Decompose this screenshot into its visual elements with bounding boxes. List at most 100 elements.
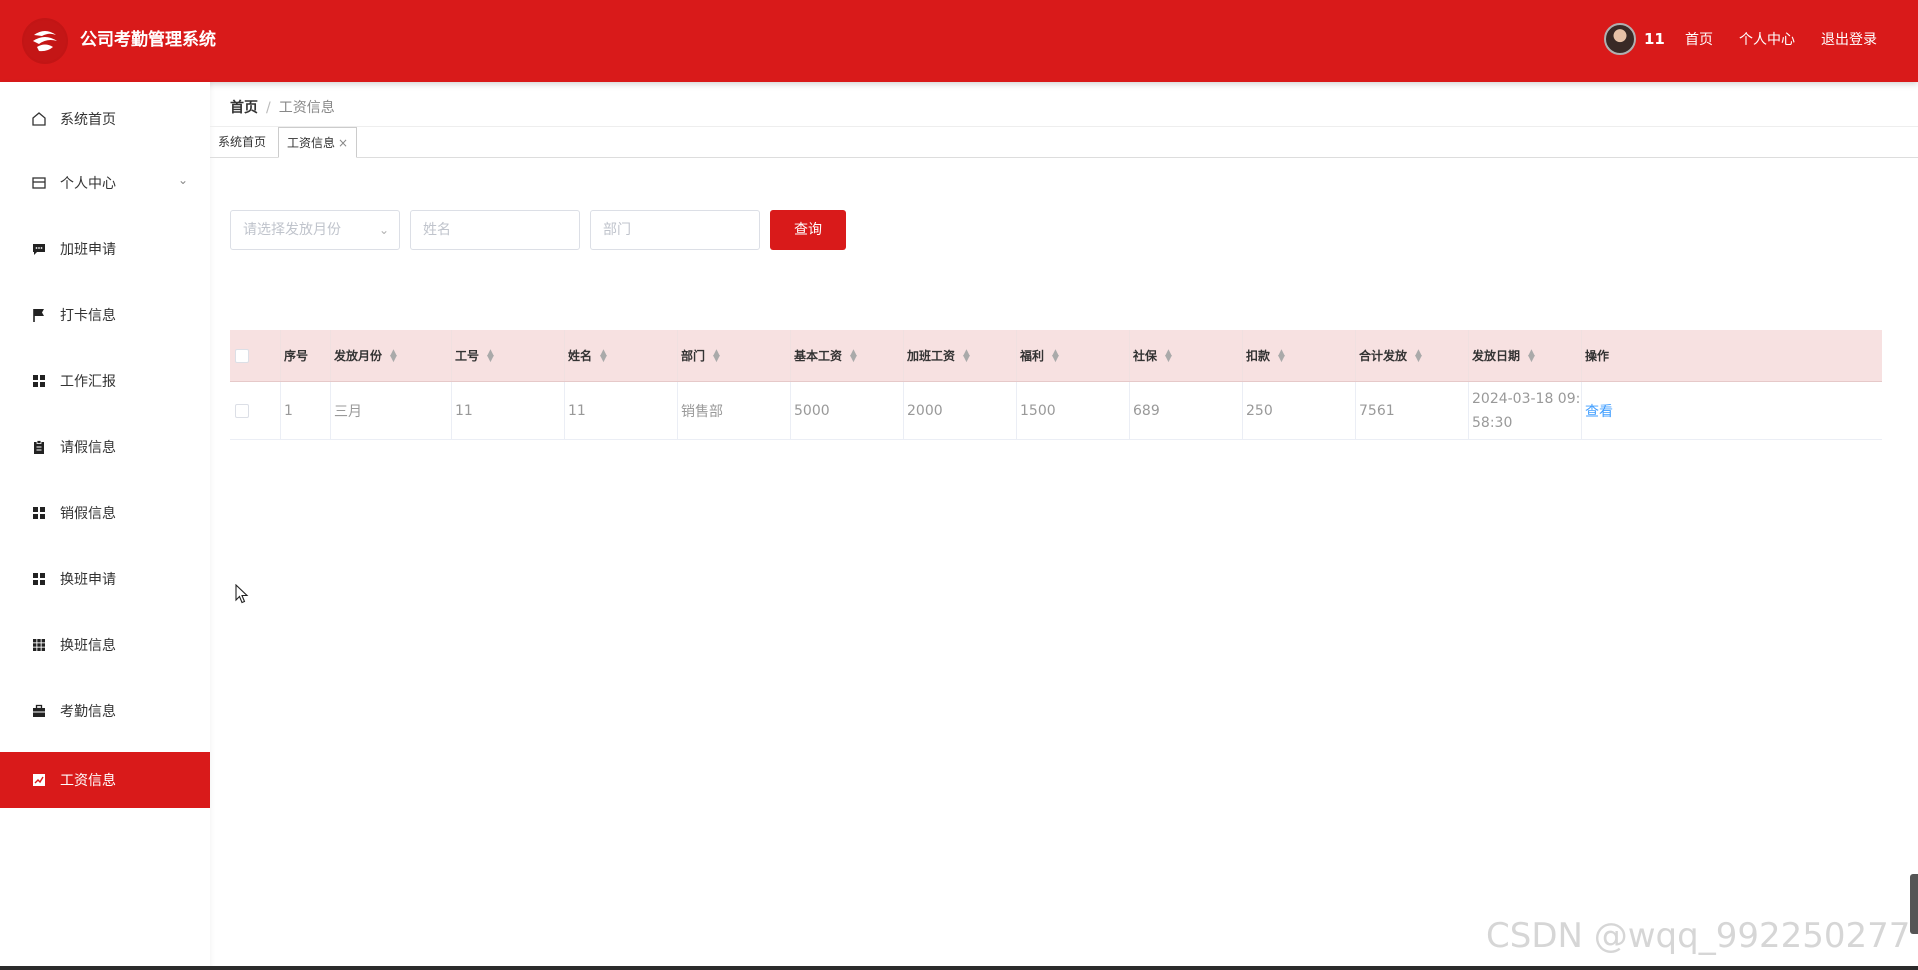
column-header-label: 扣款 <box>1246 349 1271 363</box>
cell-actions: 查看 <box>1582 382 1882 439</box>
column-header-label: 姓名 <box>568 349 593 363</box>
table-header: 序号 发放月份 ▲ ▼ 工号 ▲ ▼ 姓名 ▲ ▼ 部门 ▲ ▼ 基本工资 ▲ ▼ 加班工资 ▲ ▼ 福… <box>230 330 1882 382</box>
sort-icon[interactable]: ▲ ▼ <box>713 348 720 363</box>
top-logout-link[interactable]: 退出登录 <box>1821 27 1877 53</box>
wallet-icon <box>30 174 48 192</box>
department-input[interactable]: 部门 <box>590 210 760 250</box>
tab-label: 系统首页 <box>218 135 267 149</box>
column-header[interactable]: 发放月份 ▲ ▼ <box>331 330 452 381</box>
top-profile-link[interactable]: 个人中心 <box>1739 27 1795 53</box>
sort-icon[interactable]: ▲ ▼ <box>1528 348 1535 363</box>
cell-month: 三月 <box>331 382 452 439</box>
column-header-label: 序号 <box>284 349 309 363</box>
cell-overtime-pay: 2000 <box>904 382 1017 439</box>
department-input-placeholder: 部门 <box>603 222 631 238</box>
sort-icon[interactable]: ▲ ▼ <box>390 348 397 363</box>
cell-total: 7561 <box>1356 382 1469 439</box>
column-header[interactable]: 合计发放 ▲ ▼ <box>1356 330 1469 381</box>
chevron-down-icon: ⌄ <box>378 223 389 237</box>
select-all-checkbox[interactable] <box>235 348 249 363</box>
taskbar-edge <box>0 966 1918 970</box>
sidebar-item-salary[interactable]: 工资信息 <box>0 752 210 808</box>
sort-icon[interactable]: ▲ ▼ <box>1165 348 1172 363</box>
breadcrumb: 首页 / 工资信息 <box>230 98 335 118</box>
sort-icon[interactable]: ▲ ▼ <box>1278 348 1285 363</box>
sidebar-item-clock-in[interactable]: 打卡信息 <box>0 287 210 343</box>
cell-department: 销售部 <box>678 382 791 439</box>
sort-icon[interactable]: ▲ ▼ <box>600 348 607 363</box>
sidebar-item-label: 考勤信息 <box>60 704 116 720</box>
close-icon[interactable]: × <box>338 136 348 150</box>
column-header[interactable]: 扣款 ▲ ▼ <box>1243 330 1356 381</box>
sidebar-item-leave-info[interactable]: 请假信息 <box>0 419 210 475</box>
sort-icon[interactable]: ▲ ▼ <box>963 348 970 363</box>
sort-icon[interactable]: ▲ ▼ <box>1052 348 1059 363</box>
sidebar-item-shift-apply[interactable]: 换班申请 <box>0 551 210 607</box>
column-header[interactable]: 发放日期 ▲ ▼ <box>1469 330 1582 381</box>
top-home-link[interactable]: 首页 <box>1685 27 1713 53</box>
sidebar-item-label: 加班申请 <box>60 242 116 258</box>
cell-social-security: 689 <box>1130 382 1243 439</box>
cell-deduction: 250 <box>1243 382 1356 439</box>
cell-employee-no: 11 <box>452 382 565 439</box>
scroll-handle[interactable] <box>1910 874 1918 934</box>
column-header-label: 加班工资 <box>907 349 956 363</box>
cell-pay-date: 2024-03-18 09:58:30 <box>1469 382 1582 439</box>
tab-salary[interactable]: 工资信息 × <box>278 127 358 158</box>
column-header[interactable]: 工号 ▲ ▼ <box>452 330 565 381</box>
row-checkbox[interactable] <box>235 403 249 418</box>
view-button[interactable]: 查看 <box>1585 401 1613 421</box>
table-row: 1 三月 11 11 销售部 5000 2000 1500 689 250 75… <box>230 382 1882 440</box>
mouse-cursor-icon <box>235 583 249 608</box>
sidebar-item-label: 请假信息 <box>60 440 116 456</box>
column-header-label: 合计发放 <box>1359 349 1408 363</box>
header-select-all <box>230 330 281 381</box>
column-header[interactable]: 姓名 ▲ ▼ <box>565 330 678 381</box>
grid-icon <box>30 570 48 588</box>
sort-icon[interactable]: ▲ ▼ <box>850 348 857 363</box>
column-header[interactable]: 部门 ▲ ▼ <box>678 330 791 381</box>
sidebar-item-label: 销假信息 <box>60 506 116 522</box>
tabs-bar: 系统首页 工资信息 × <box>210 126 1918 158</box>
column-header-label: 基本工资 <box>794 349 843 363</box>
sidebar-item-home[interactable]: 系统首页 <box>0 91 210 147</box>
flag-icon <box>30 306 48 324</box>
chevron-down-icon: ⌄ <box>177 173 188 187</box>
cell-base-salary: 5000 <box>791 382 904 439</box>
sidebar-item-profile[interactable]: 个人中心 ⌄ <box>0 155 210 211</box>
column-header-label: 操作 <box>1585 349 1610 363</box>
column-header-label: 发放日期 <box>1472 349 1521 363</box>
briefcase-icon <box>30 702 48 720</box>
column-header: 序号 <box>281 330 331 381</box>
sort-icon[interactable]: ▲ ▼ <box>1415 348 1422 363</box>
cell-name: 11 <box>565 382 678 439</box>
sort-icon[interactable]: ▲ ▼ <box>487 348 494 363</box>
username: 11 <box>1644 30 1665 48</box>
search-button[interactable]: 查询 <box>770 210 846 250</box>
month-select[interactable]: 请选择发放月份 ⌄ <box>230 210 400 250</box>
chart-icon <box>30 771 48 789</box>
cell-welfare: 1500 <box>1017 382 1130 439</box>
column-header-label: 福利 <box>1020 349 1045 363</box>
tab-home[interactable]: 系统首页 <box>210 127 274 158</box>
breadcrumb-home[interactable]: 首页 <box>230 100 258 116</box>
sidebar-item-label: 系统首页 <box>60 112 116 128</box>
column-header[interactable]: 基本工资 ▲ ▼ <box>791 330 904 381</box>
sidebar-item-attendance[interactable]: 考勤信息 <box>0 683 210 739</box>
column-header[interactable]: 福利 ▲ ▼ <box>1017 330 1130 381</box>
column-header-label: 工号 <box>455 349 480 363</box>
cell-index: 1 <box>281 382 331 439</box>
sidebar-item-overtime-apply[interactable]: 加班申请 <box>0 221 210 277</box>
chat-icon <box>30 240 48 258</box>
sidebar-item-shift-info[interactable]: 换班信息 <box>0 617 210 673</box>
name-input-placeholder: 姓名 <box>423 222 451 238</box>
user-avatar[interactable] <box>1604 23 1636 55</box>
sidebar-item-leave-cancel[interactable]: 销假信息 <box>0 485 210 541</box>
sidebar-item-work-report[interactable]: 工作汇报 <box>0 353 210 409</box>
grid-icon <box>30 372 48 390</box>
column-header[interactable]: 社保 ▲ ▼ <box>1130 330 1243 381</box>
watermark: CSDN @wqq_992250277 <box>1486 916 1911 956</box>
sidebar-item-label: 换班申请 <box>60 572 116 588</box>
column-header[interactable]: 加班工资 ▲ ▼ <box>904 330 1017 381</box>
name-input[interactable]: 姓名 <box>410 210 580 250</box>
